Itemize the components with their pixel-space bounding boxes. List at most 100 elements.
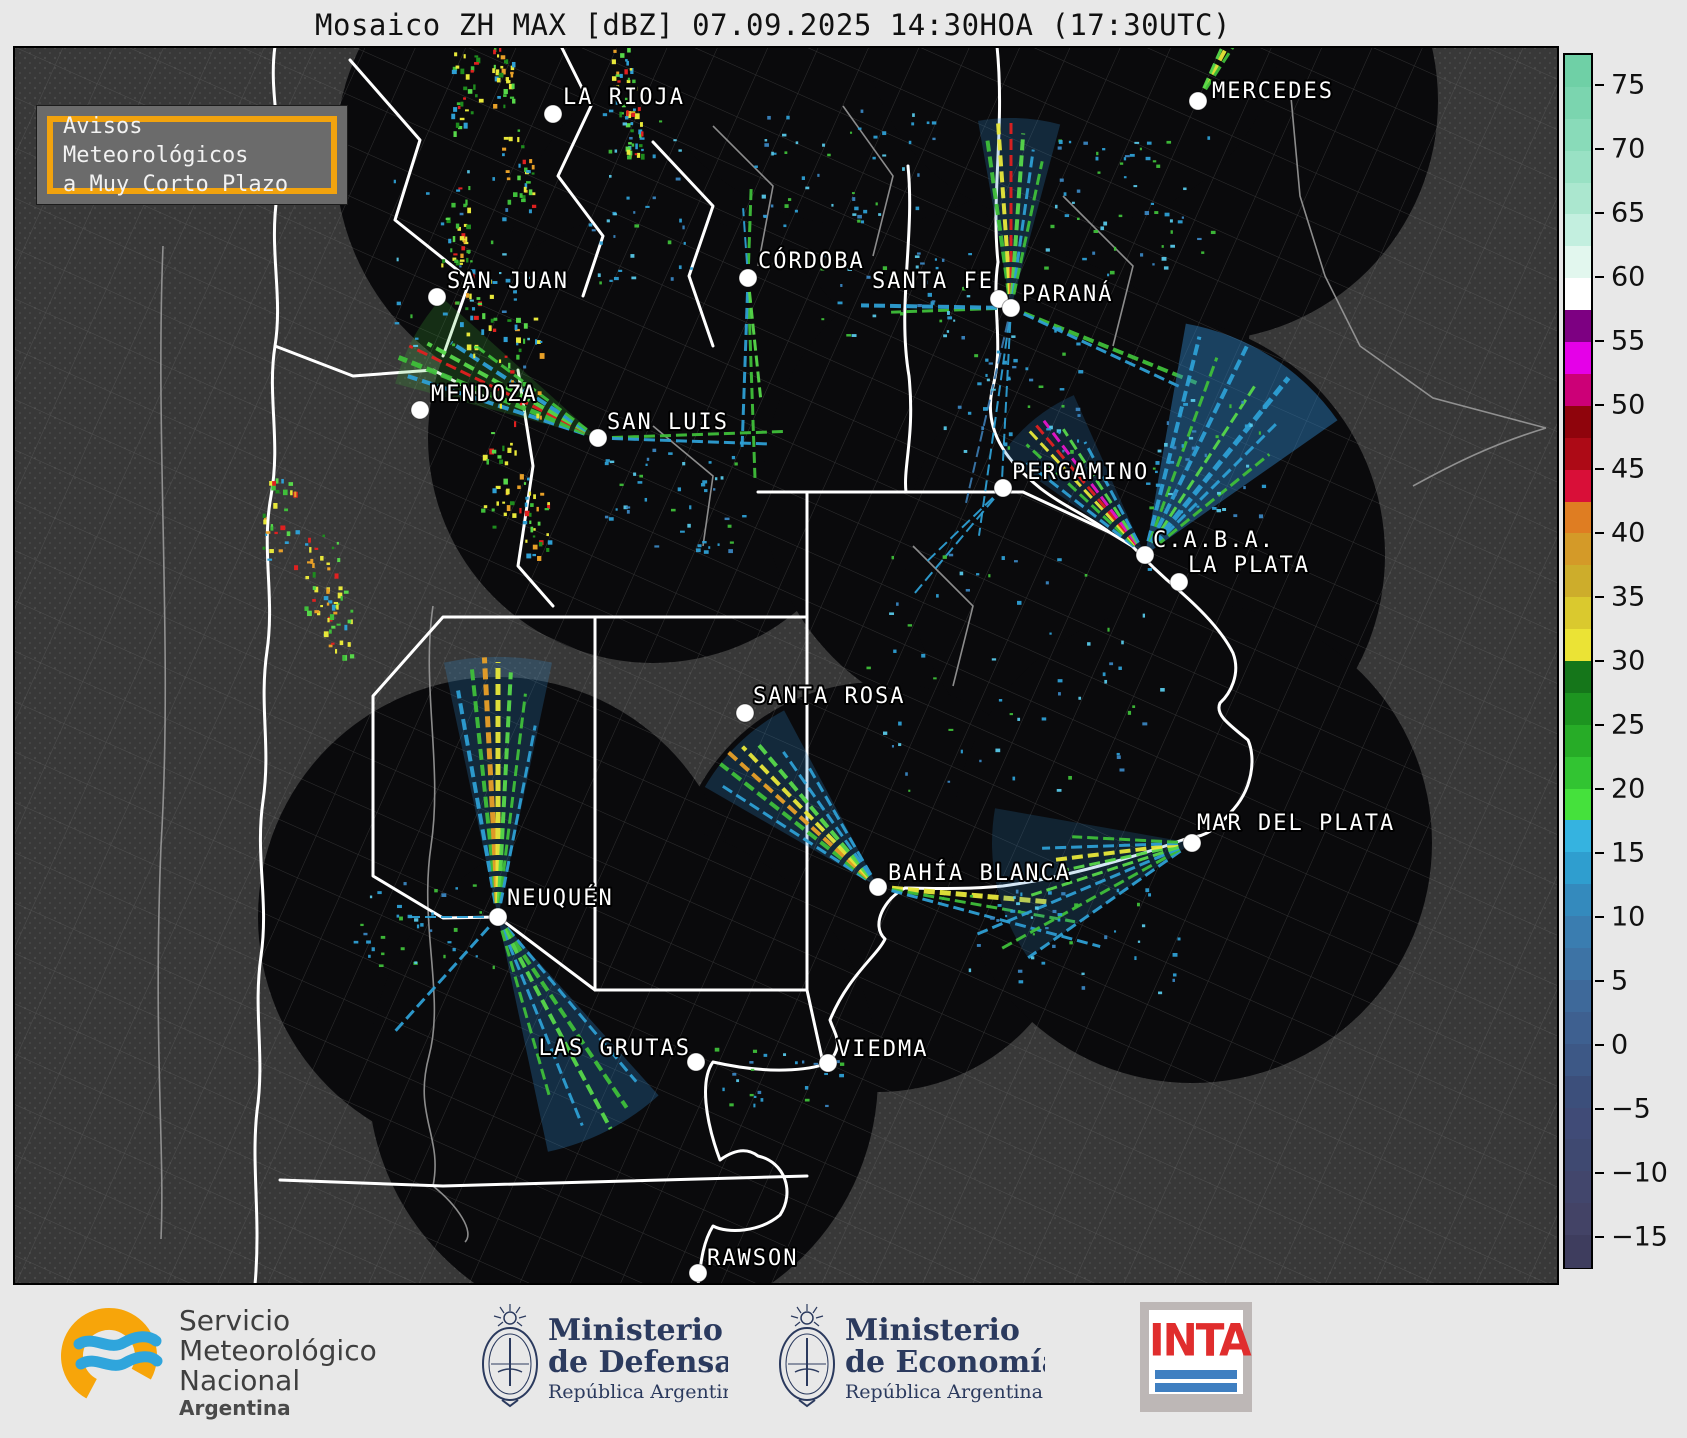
footer: Servicio Meteorológico Nacional Argentin… [0, 1288, 1687, 1438]
city-dot [868, 877, 888, 897]
colorbar-tick-label: 60 [1611, 261, 1646, 293]
colorbar-segment [1565, 1107, 1591, 1140]
warning-line-2: a Muy Corto Plazo [63, 171, 289, 197]
colorbar-tick-label: 50 [1611, 389, 1646, 421]
coat-of-arms-icon [779, 1304, 835, 1408]
colorbar-segment [1565, 150, 1591, 184]
city-dot [1188, 91, 1208, 111]
inta-logo-frame: INTA [1140, 1302, 1252, 1412]
colorbar-tick [1595, 596, 1604, 598]
colorbar-tick-label: 70 [1611, 133, 1646, 165]
city-dot [688, 1263, 708, 1283]
city-label: LA PLATA [1188, 553, 1310, 578]
svg-text:Nacional: Nacional [179, 1364, 300, 1397]
colorbar-tick [1595, 1172, 1604, 1174]
city-label: LA RIOJA [563, 85, 685, 110]
colorbar-segment [1565, 629, 1591, 662]
smn-logo-mark [60, 1308, 163, 1404]
colorbar-segment [1565, 373, 1591, 407]
colorbar-tick-label: −10 [1611, 1157, 1668, 1189]
radar-map: MERCEDES LA RIOJA SAN JUAN CÓRDOBA SANTA FE P… [13, 46, 1559, 1285]
colorbar-segment [1565, 533, 1591, 566]
warning-line-1: Avisos Meteorológicos [63, 113, 249, 168]
colorbar-segment [1565, 405, 1591, 439]
colorbar-tick [1595, 660, 1604, 662]
colorbar-tick [1595, 788, 1604, 790]
colorbar-tick [1595, 340, 1604, 342]
colorbar-segment [1565, 1011, 1591, 1045]
city-dot [1169, 572, 1189, 592]
colorbar-tick-label: 55 [1611, 325, 1646, 357]
inta-wordmark: INTA [1149, 1314, 1252, 1367]
colorbar-segment [1565, 86, 1591, 120]
colorbar-tick [1595, 84, 1604, 86]
city-label: LAS GRUTAS [539, 1036, 691, 1061]
colorbar-segment [1565, 1043, 1591, 1077]
colorbar-segment [1565, 788, 1591, 822]
ministerio-defensa-text: Ministerio de Defensa República Argentin… [548, 1313, 746, 1403]
colorbar-tick-label: 20 [1611, 773, 1646, 805]
colorbar-segment [1565, 1171, 1591, 1204]
svg-text:Ministerio: Ministerio [845, 1313, 1020, 1348]
colorbar-segment [1565, 948, 1591, 981]
colorbar-tick-label: 45 [1611, 453, 1646, 485]
colorbar-tick-label: 0 [1611, 1029, 1629, 1061]
svg-text:Ministerio: Ministerio [548, 1313, 723, 1348]
colorbar-tick-label: 35 [1611, 581, 1646, 613]
colorbar-segment [1565, 246, 1591, 279]
city-dot [427, 287, 447, 307]
colorbar-tick-label: 25 [1611, 709, 1646, 741]
colorbar-tick [1595, 980, 1604, 982]
colorbar-segment [1565, 1075, 1591, 1109]
inta-logo: INTA [1140, 1288, 1270, 1438]
colorbar-segment [1565, 916, 1591, 949]
city-label: MENDOZA [431, 382, 538, 407]
city-dot [543, 104, 563, 124]
ministerio-defensa-logo: Ministerio de Defensa República Argentin… [468, 1288, 746, 1438]
colorbar-segment [1565, 118, 1591, 152]
ministerio-economia-text: Ministerio de Economía República Argenti… [845, 1313, 1061, 1403]
colorbar-tick [1595, 276, 1604, 278]
smn-logo-text: Servicio Meteorológico Nacional Argentin… [179, 1304, 377, 1420]
city-dot [993, 478, 1013, 498]
colorbar-segment [1565, 437, 1591, 471]
svg-text:de Defensa: de Defensa [548, 1345, 728, 1380]
colorbar-tick [1595, 1044, 1604, 1046]
colorbar-tick [1595, 148, 1604, 150]
city-label: CÓRDOBA [758, 248, 865, 274]
city-dot [588, 428, 608, 448]
colorbar-tick [1595, 916, 1604, 918]
colorbar-tick [1595, 724, 1604, 726]
svg-text:Argentina: Argentina [179, 1396, 291, 1420]
svg-text:de Economía: de Economía [845, 1345, 1045, 1380]
colorbar-segment [1565, 756, 1591, 790]
inta-logo-inner: INTA [1149, 1310, 1252, 1394]
colorbar-tick-label: −15 [1611, 1221, 1668, 1253]
colorbar-tick [1595, 1236, 1604, 1238]
colorbar-segment [1565, 1139, 1591, 1172]
city-label: MERCEDES [1212, 79, 1334, 104]
page-title: Mosaico ZH MAX [dBZ] 07.09.2025 14:30HOA… [315, 8, 1231, 42]
colorbar-tick-label: 65 [1611, 197, 1646, 229]
city-label: PERGAMINO [1012, 460, 1149, 485]
smn-logo: Servicio Meteorológico Nacional Argentin… [57, 1288, 397, 1438]
colorbar-segment [1565, 501, 1591, 534]
warning-box[interactable]: Avisos Meteorológicos a Muy Corto Plazo [47, 114, 337, 197]
colorbar-segment [1565, 1203, 1591, 1236]
ministerio-economia-logo: Ministerio de Economía República Argenti… [765, 1288, 1061, 1438]
svg-text:República Argentina: República Argentina [548, 1381, 728, 1403]
city-dot [738, 268, 758, 288]
colorbar-segment [1565, 597, 1591, 630]
warning-panel: Avisos Meteorológicos a Muy Corto Plazo [36, 105, 348, 205]
colorbar-segment [1565, 661, 1591, 694]
colorbar-tick-label: −5 [1611, 1093, 1651, 1125]
city-dot [1001, 298, 1021, 318]
city-label: VIEDMA [837, 1037, 928, 1062]
dbz-colorbar-ticks: 75 70 65 60 55 50 45 40 35 30 25 20 15 10 5 0 −5 −10 −15 [1593, 53, 1683, 1269]
colorbar-segment [1565, 182, 1591, 216]
inta-bar-bottom [1155, 1383, 1237, 1392]
colorbar-segment [1565, 342, 1591, 375]
city-dot [410, 400, 430, 420]
colorbar-segment [1565, 565, 1591, 598]
colorbar-tick [1595, 468, 1604, 470]
